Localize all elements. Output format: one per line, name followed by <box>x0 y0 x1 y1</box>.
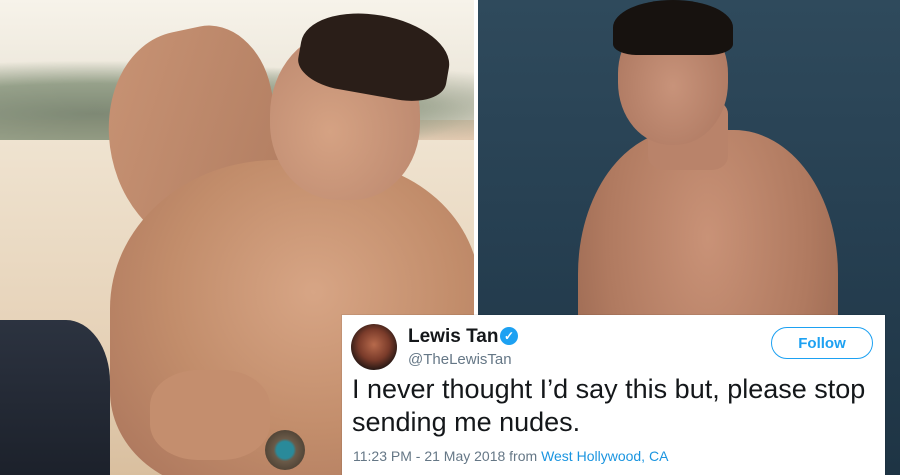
follow-button[interactable]: Follow <box>771 327 873 359</box>
tweet-meta: 11:23 PM - 21 May 2018 from West Hollywo… <box>353 448 668 464</box>
location-link[interactable]: West Hollywood, CA <box>541 448 668 464</box>
jeans <box>0 320 110 475</box>
from-label: from <box>509 448 538 464</box>
tweet-text: I never thought I’d say this but, please… <box>352 374 866 437</box>
hair <box>613 0 733 55</box>
watch <box>265 430 305 470</box>
timestamp[interactable]: 11:23 PM - 21 May 2018 <box>353 448 505 464</box>
verified-badge-icon: ✓ <box>500 327 518 345</box>
hand <box>150 370 270 460</box>
display-name[interactable]: Lewis Tan <box>408 326 498 348</box>
avatar[interactable] <box>351 324 397 370</box>
user-handle[interactable]: @TheLewisTan <box>408 351 512 368</box>
tweet-card: Lewis Tan ✓ @TheLewisTan Follow I never … <box>342 315 885 475</box>
